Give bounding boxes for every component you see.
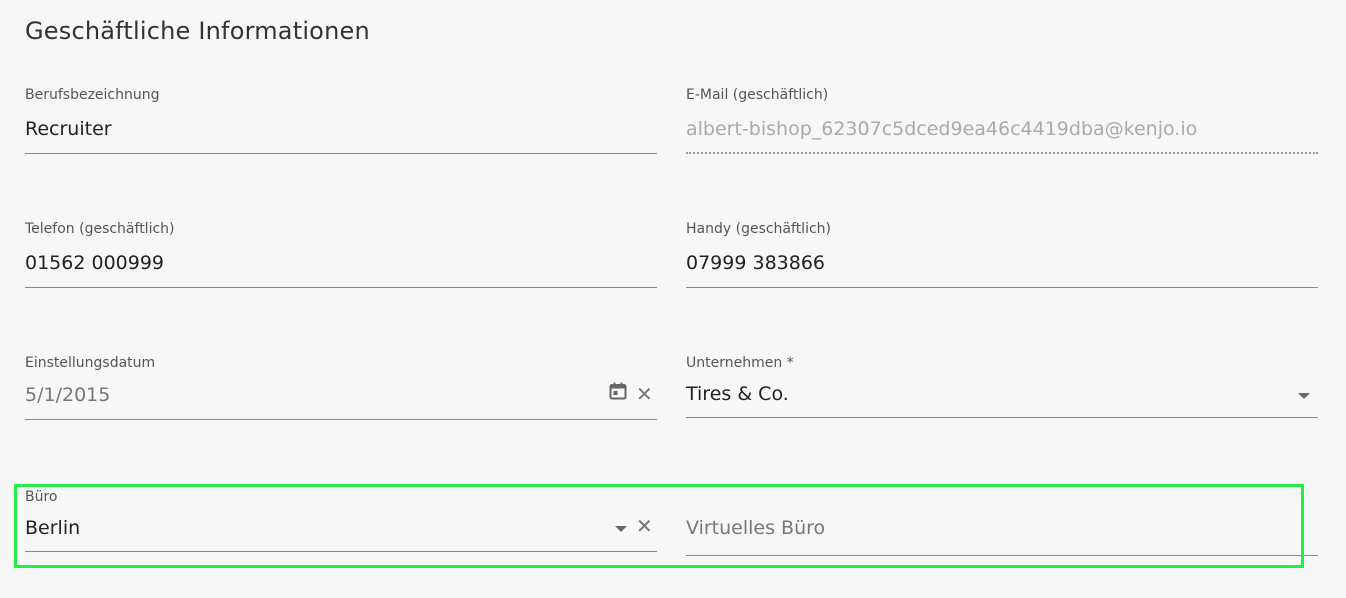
virtual-office-input[interactable]: Virtuelles Büro — [686, 517, 825, 539]
hire-date-underline — [25, 419, 657, 420]
work-email-underline — [686, 152, 1318, 154]
close-icon[interactable]: ✕ — [636, 384, 653, 404]
virtual-office-underline — [686, 555, 1318, 556]
work-email-label: E-Mail (geschäftlich) — [686, 87, 829, 103]
job-title-label: Berufsbezeichnung — [25, 87, 160, 103]
section-title: Geschäftliche Informationen — [25, 17, 370, 45]
close-icon[interactable]: ✕ — [636, 516, 653, 536]
work-phone-field[interactable]: Telefon (geschäftlich) 01562 000999 — [25, 221, 657, 291]
work-phone-underline — [25, 287, 657, 288]
work-mobile-input[interactable]: 07999 383866 — [686, 252, 825, 274]
calendar-icon[interactable] — [609, 382, 627, 404]
company-label: Unternehmen * — [686, 355, 794, 371]
work-mobile-underline — [686, 287, 1318, 288]
hire-date-label: Einstellungsdatum — [25, 355, 156, 371]
job-title-input[interactable]: Recruiter — [25, 118, 112, 140]
office-select[interactable]: Büro Berlin ✕ — [25, 489, 657, 559]
company-value[interactable]: Tires & Co. — [686, 383, 789, 405]
office-underline — [25, 551, 657, 552]
hire-date-field[interactable]: Einstellungsdatum 5/1/2015 ✕ — [25, 355, 657, 425]
chevron-down-icon[interactable] — [1298, 393, 1310, 399]
work-email-value: albert-bishop_62307c5dced9ea46c4419dba@k… — [686, 118, 1198, 140]
work-mobile-field[interactable]: Handy (geschäftlich) 07999 383866 — [686, 221, 1318, 291]
hire-date-input[interactable]: 5/1/2015 — [25, 384, 110, 406]
company-select[interactable]: Unternehmen * Tires & Co. — [686, 355, 1318, 425]
work-mobile-label: Handy (geschäftlich) — [686, 221, 831, 237]
job-title-field[interactable]: Berufsbezeichnung Recruiter — [25, 87, 657, 157]
job-title-underline — [25, 153, 657, 154]
chevron-down-icon[interactable] — [615, 526, 627, 532]
virtual-office-field[interactable]: Virtuelles Büro — [686, 489, 1318, 559]
work-email-field: E-Mail (geschäftlich) albert-bishop_6230… — [686, 87, 1318, 157]
company-underline — [686, 417, 1318, 418]
work-phone-label: Telefon (geschäftlich) — [25, 221, 175, 237]
work-phone-input[interactable]: 01562 000999 — [25, 252, 164, 274]
office-label: Büro — [25, 489, 58, 505]
office-value[interactable]: Berlin — [25, 517, 80, 539]
